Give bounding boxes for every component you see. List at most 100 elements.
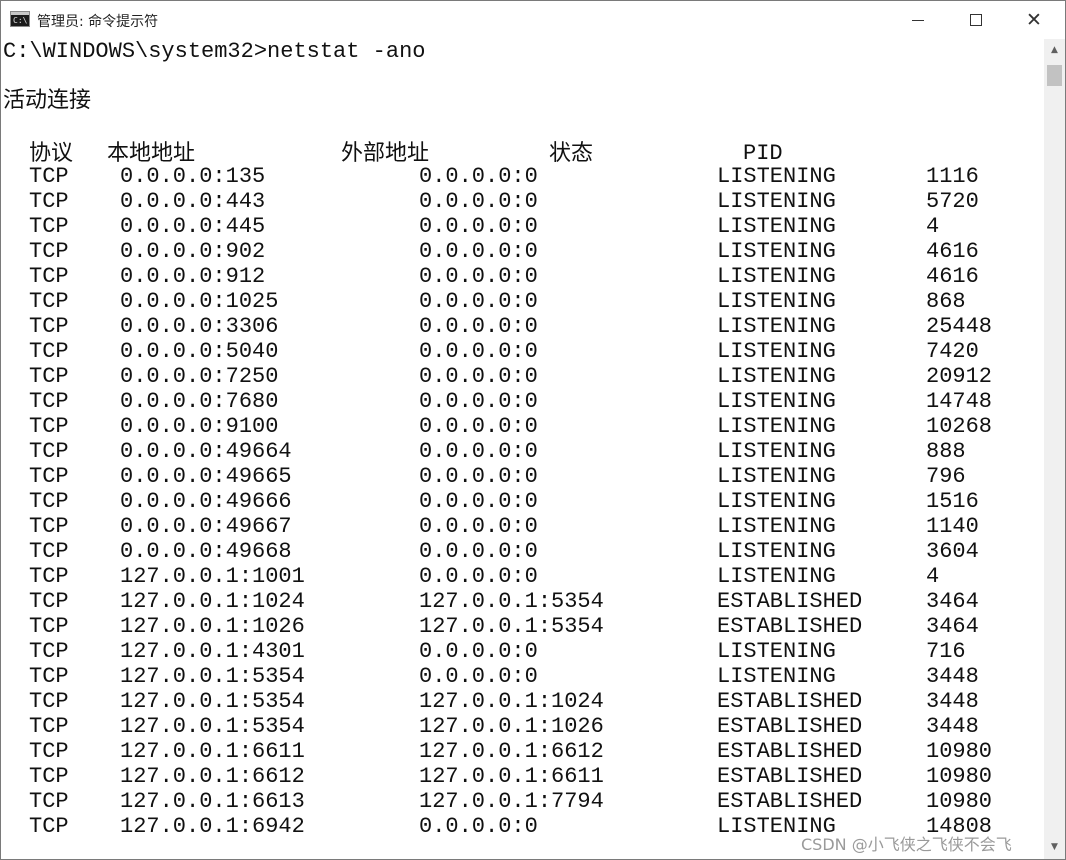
cell-state: LISTENING (717, 289, 836, 314)
cell-pid: 4 (926, 214, 940, 239)
cell-proto: TCP (29, 814, 69, 839)
cell-foreign-address: 127.0.0.1:6612 (419, 739, 604, 764)
cell-proto: TCP (29, 164, 69, 189)
console-app-icon[interactable]: C:\ (10, 11, 30, 27)
section-title: 活动连接 (3, 88, 92, 113)
table-row: TCP 0.0.0.0:9100 0.0.0.0:0 LISTENING 10268 (1, 414, 1044, 439)
cmd-window: C:\ 管理员: 命令提示符 ✕ C:\WINDOWS\system32>net… (0, 0, 1066, 860)
cell-pid: 20912 (926, 364, 993, 389)
cell-state: ESTABLISHED (717, 739, 863, 764)
cell-local-address: 0.0.0.0:49664 (120, 439, 292, 464)
cell-state: LISTENING (717, 639, 836, 664)
cell-local-address: 127.0.0.1:6942 (120, 814, 305, 839)
cell-local-address: 0.0.0.0:49666 (120, 489, 292, 514)
cell-local-address: 127.0.0.1:1026 (120, 614, 305, 639)
cell-pid: 10980 (926, 764, 993, 789)
cell-foreign-address: 0.0.0.0:0 (419, 639, 538, 664)
cell-foreign-address: 0.0.0.0:0 (419, 564, 538, 589)
close-icon: ✕ (1026, 8, 1042, 31)
cell-proto: TCP (29, 639, 69, 664)
cell-local-address: 0.0.0.0:5040 (120, 339, 279, 364)
cell-proto: TCP (29, 564, 69, 589)
cell-pid: 1116 (926, 164, 979, 189)
cell-foreign-address: 127.0.0.1:1026 (419, 714, 604, 739)
maximize-button[interactable] (947, 1, 1005, 39)
table-row: TCP 127.0.0.1:1026 127.0.0.1:5354 ESTABLISH… (1, 614, 1044, 639)
cell-proto: TCP (29, 364, 69, 389)
cell-local-address: 127.0.0.1:6611 (120, 739, 305, 764)
vertical-scrollbar[interactable]: ▲ ▼ (1044, 39, 1065, 859)
cell-pid: 3448 (926, 689, 979, 714)
table-row: TCP 0.0.0.0:1025 0.0.0.0:0 LISTENING 868 (1, 289, 1044, 314)
connection-table: TCP 0.0.0.0:135 0.0.0.0:0 LISTENING 1116 TCP 0… (1, 164, 1044, 839)
cell-pid: 3464 (926, 614, 979, 639)
cell-pid: 888 (926, 439, 966, 464)
cell-local-address: 0.0.0.0:7250 (120, 364, 279, 389)
cell-local-address: 127.0.0.1:1001 (120, 564, 305, 589)
close-button[interactable]: ✕ (1005, 1, 1063, 39)
cell-pid: 7420 (926, 339, 979, 364)
cell-foreign-address: 0.0.0.0:0 (419, 389, 538, 414)
minimize-button[interactable] (889, 1, 947, 39)
cell-pid: 1516 (926, 489, 979, 514)
table-row: TCP 0.0.0.0:49664 0.0.0.0:0 LISTENING 888 (1, 439, 1044, 464)
cell-state: ESTABLISHED (717, 589, 863, 614)
table-row: TCP 127.0.0.1:1001 0.0.0.0:0 LISTENING 4 (1, 564, 1044, 589)
cell-proto: TCP (29, 539, 69, 564)
cell-state: LISTENING (717, 264, 836, 289)
cell-foreign-address: 0.0.0.0:0 (419, 164, 538, 189)
table-row: TCP 0.0.0.0:7250 0.0.0.0:0 LISTENING 20912 (1, 364, 1044, 389)
cell-state: LISTENING (717, 464, 836, 489)
table-row: TCP 0.0.0.0:912 0.0.0.0:0 LISTENING 4616 (1, 264, 1044, 289)
cell-local-address: 127.0.0.1:6612 (120, 764, 305, 789)
cell-pid: 10980 (926, 739, 993, 764)
table-row: TCP 127.0.0.1:6611 127.0.0.1:6612 ESTABLISH… (1, 739, 1044, 764)
cell-local-address: 0.0.0.0:443 (120, 189, 266, 214)
cell-proto: TCP (29, 414, 69, 439)
header-pid: PID (743, 141, 783, 166)
header-local-address: 本地地址 (107, 141, 196, 166)
cell-proto: TCP (29, 339, 69, 364)
cell-local-address: 127.0.0.1:5354 (120, 664, 305, 689)
cell-proto: TCP (29, 514, 69, 539)
cell-foreign-address: 0.0.0.0:0 (419, 414, 538, 439)
cell-proto: TCP (29, 314, 69, 339)
cell-state: ESTABLISHED (717, 689, 863, 714)
cell-pid: 4 (926, 564, 940, 589)
cell-state: LISTENING (717, 214, 836, 239)
header-foreign-address: 外部地址 (341, 141, 430, 166)
cell-state: LISTENING (717, 189, 836, 214)
cell-state: LISTENING (717, 539, 836, 564)
cell-pid: 25448 (926, 314, 993, 339)
scroll-thumb[interactable] (1047, 65, 1062, 86)
cell-state: LISTENING (717, 489, 836, 514)
cell-pid: 3464 (926, 589, 979, 614)
cell-proto: TCP (29, 614, 69, 639)
cell-proto: TCP (29, 739, 69, 764)
scroll-up-arrow-icon[interactable]: ▲ (1044, 39, 1065, 61)
scroll-down-arrow-icon[interactable]: ▼ (1044, 836, 1065, 858)
cell-local-address: 0.0.0.0:9100 (120, 414, 279, 439)
cell-foreign-address: 0.0.0.0:0 (419, 364, 538, 389)
cell-state: LISTENING (717, 314, 836, 339)
title-bar[interactable]: C:\ 管理员: 命令提示符 ✕ (1, 1, 1065, 39)
cell-state: LISTENING (717, 339, 836, 364)
header-proto: 协议 (29, 141, 74, 166)
cell-local-address: 0.0.0.0:1025 (120, 289, 279, 314)
cell-pid: 10980 (926, 789, 993, 814)
cell-foreign-address: 0.0.0.0:0 (419, 214, 538, 239)
cell-pid: 716 (926, 639, 966, 664)
table-row: TCP 0.0.0.0:5040 0.0.0.0:0 LISTENING 7420 (1, 339, 1044, 364)
cell-proto: TCP (29, 489, 69, 514)
cell-local-address: 0.0.0.0:7680 (120, 389, 279, 414)
table-row: TCP 0.0.0.0:443 0.0.0.0:0 LISTENING 5720 (1, 189, 1044, 214)
table-row: TCP 127.0.0.1:5354 0.0.0.0:0 LISTENING 3448 (1, 664, 1044, 689)
cell-pid: 10268 (926, 414, 993, 439)
cell-local-address: 127.0.0.1:4301 (120, 639, 305, 664)
header-state: 状态 (549, 141, 594, 166)
cell-pid: 4616 (926, 264, 979, 289)
cell-proto: TCP (29, 189, 69, 214)
cell-state: LISTENING (717, 514, 836, 539)
cell-pid: 3448 (926, 664, 979, 689)
console-output[interactable]: C:\WINDOWS\system32>netstat -ano 活动连接 协议… (1, 39, 1044, 859)
